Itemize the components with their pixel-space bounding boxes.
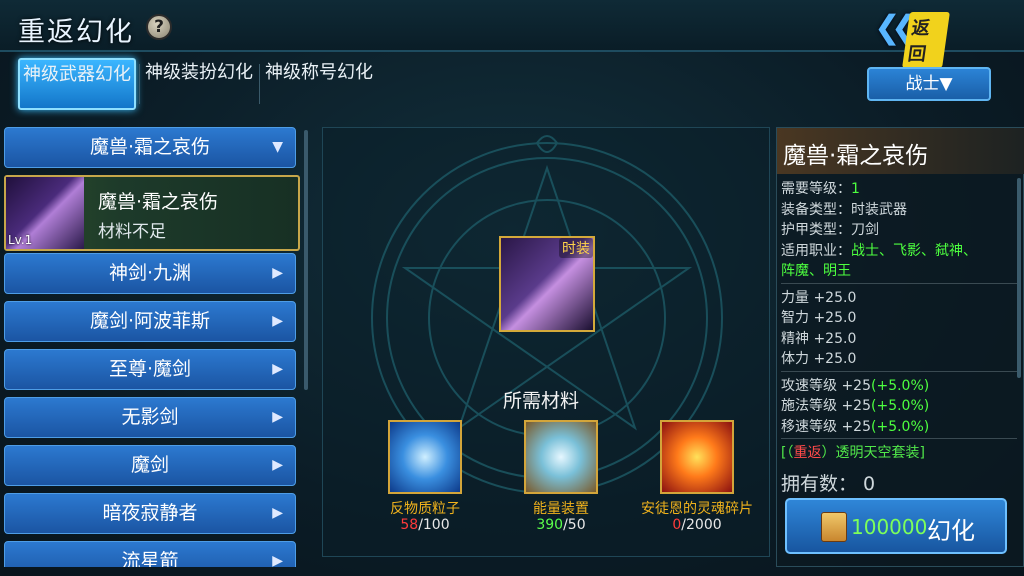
list-item-label: 魔剑 xyxy=(130,454,169,476)
chevron-right-icon: ▶ xyxy=(272,313,283,329)
weapon-preview-image: 时装 xyxy=(499,236,595,332)
tab-weapon-transmog[interactable]: 神级武器幻化 xyxy=(18,58,136,110)
chevron-down-icon: ▼ xyxy=(272,139,283,155)
detail-title: 魔兽·霜之哀伤 xyxy=(777,128,1024,174)
transform-button[interactable]: 100000 幻化 xyxy=(785,498,1007,554)
material-item[interactable]: 反物质粒子 58/100 xyxy=(353,420,483,540)
material-name: 反物质粒子 xyxy=(390,501,460,517)
material-name: 能量装置 xyxy=(533,501,589,517)
back-button[interactable]: ❮❮ 返回 xyxy=(874,6,950,68)
list-item-label: 暗夜寂静者 xyxy=(102,502,198,524)
chevron-right-icon: ▶ xyxy=(272,265,283,281)
applicable-jobs: 适用职业：战士、飞影、弑神、 xyxy=(781,242,977,259)
soul-fragment-icon xyxy=(660,420,734,494)
category-header[interactable]: 魔兽·霜之哀伤 ▼ xyxy=(4,127,296,168)
materials-title: 所需材料 xyxy=(503,390,580,412)
list-item[interactable]: 流星箭 ▶ xyxy=(4,541,296,567)
weapon-name: 魔兽·霜之哀伤 xyxy=(98,191,219,213)
page-title: 重返幻化 xyxy=(18,17,134,48)
stat-line: 力量 +25.0 xyxy=(781,289,857,306)
list-item[interactable]: 无影剑 ▶ xyxy=(4,397,296,438)
list-item[interactable]: 魔剑·阿波菲斯 ▶ xyxy=(4,301,296,342)
list-scrollbar[interactable] xyxy=(304,130,308,390)
set-name: [（重返）透明天空套装] xyxy=(781,445,925,461)
category-label: 魔兽·霜之哀伤 xyxy=(89,136,211,158)
detail-scrollbar[interactable] xyxy=(1017,178,1021,378)
transmog-screen: 重返幻化 ? ❮❮ 返回 神级武器幻化 神级装扮幻化 神级称号幻化 战士▼ 魔兽… xyxy=(0,0,1024,576)
back-label: 返回 xyxy=(902,12,950,68)
applicable-jobs-cont: 阵魔、明王 xyxy=(781,263,851,279)
list-item-label: 无影剑 xyxy=(121,406,179,428)
top-bar: 重返幻化 ? ❮❮ 返回 xyxy=(0,0,1024,68)
material-count: 390/50 xyxy=(536,517,586,533)
help-icon[interactable]: ? xyxy=(146,14,172,40)
list-item-label: 流星箭 xyxy=(121,550,179,567)
canister-icon xyxy=(524,420,598,494)
speed-stat-line: 施法等级 +25(+5.0%) xyxy=(781,398,930,414)
list-item[interactable]: 至尊·魔剑 ▶ xyxy=(4,349,296,390)
material-item[interactable]: 安徒恩的灵魂碎片 0/2000 xyxy=(625,420,755,540)
weapon-level: Lv.1 xyxy=(8,233,33,247)
scroll-icon xyxy=(821,512,847,542)
chevron-right-icon: ▶ xyxy=(272,553,283,567)
list-item-label: 神剑·九渊 xyxy=(108,262,192,284)
transform-label: 幻化 xyxy=(927,517,975,545)
crystal-icon xyxy=(388,420,462,494)
material-count: 0/2000 xyxy=(672,517,722,533)
weapon-list: 魔兽·霜之哀伤 ▼ Lv.1 魔兽·霜之哀伤 材料不足 神剑·九渊 ▶ 魔剑·阿… xyxy=(4,127,300,567)
item-detail-panel: 魔兽·霜之哀伤 需要等级：1 装备类型：时装武器 护甲类型：刀剑 适用职业：战士… xyxy=(776,127,1024,567)
armor-type: 护甲类型：刀剑 xyxy=(781,222,879,238)
list-item[interactable]: 神剑·九渊 ▶ xyxy=(4,253,296,294)
chevron-right-icon: ▶ xyxy=(272,409,283,425)
list-item-label: 至尊·魔剑 xyxy=(108,358,192,380)
list-item[interactable]: 魔剑 ▶ xyxy=(4,445,296,486)
material-count: 58/100 xyxy=(400,517,450,533)
tab-outfit-transmog[interactable]: 神级装扮幻化 xyxy=(140,58,258,110)
back-chevron-icon: ❮❮ xyxy=(874,8,918,46)
list-item[interactable]: 暗夜寂静者 ▶ xyxy=(4,493,296,534)
material-name: 安徒恩的灵魂碎片 xyxy=(641,501,753,517)
stat-line: 智力 +25.0 xyxy=(781,310,857,326)
tab-title-transmog[interactable]: 神级称号幻化 xyxy=(260,58,378,110)
chevron-right-icon: ▶ xyxy=(272,361,283,377)
speed-stat-line: 攻速等级 +25(+5.0%) xyxy=(781,377,930,394)
transform-cost: 100000 xyxy=(851,515,928,539)
chevron-right-icon: ▶ xyxy=(272,505,283,521)
required-level: 需要等级：1 xyxy=(781,181,860,197)
fashion-badge: 时装 xyxy=(559,238,593,258)
speed-stat-line: 移速等级 +25(+5.0%) xyxy=(781,418,930,435)
stat-line: 体力 +25.0 xyxy=(781,351,857,367)
class-dropdown[interactable]: 战士▼ xyxy=(867,67,991,101)
weapon-status: 材料不足 xyxy=(98,222,166,242)
preview-panel: 时装 所需材料 反物质粒子 58/100 能量装置 390/50 安徒恩的灵魂碎… xyxy=(322,127,770,557)
selected-weapon-item[interactable]: Lv.1 魔兽·霜之哀伤 材料不足 xyxy=(4,175,300,251)
material-item[interactable]: 能量装置 390/50 xyxy=(489,420,619,540)
equip-type: 装备类型：时装武器 xyxy=(781,201,907,218)
list-item-label: 魔剑·阿波菲斯 xyxy=(89,310,211,332)
detail-body: 需要等级：1 装备类型：时装武器 护甲类型：刀剑 适用职业：战士、飞影、弑神、 … xyxy=(781,178,1017,496)
stat-line: 精神 +25.0 xyxy=(781,330,857,347)
owned-count: 拥有数： 0 xyxy=(781,472,876,495)
chevron-right-icon: ▶ xyxy=(272,457,283,473)
